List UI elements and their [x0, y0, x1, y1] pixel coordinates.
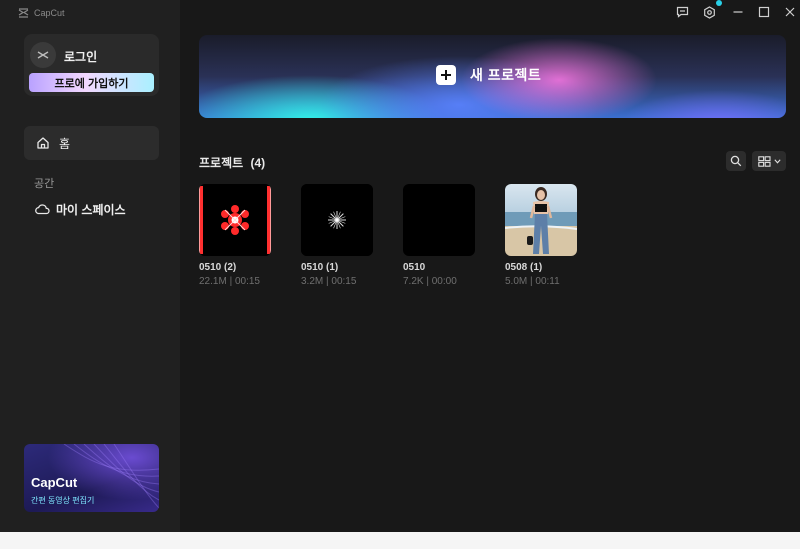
project-meta: 5.0M | 00:11: [505, 276, 579, 287]
avatar[interactable]: [30, 42, 56, 68]
close-icon[interactable]: [783, 5, 797, 19]
app-logo: CapCut: [18, 6, 65, 20]
capcut-window: CapCut 로그인 프로에 가입하기 홈 공간 마이 스페이스 CapCut …: [0, 0, 800, 549]
project-name: 0510 (2): [199, 262, 237, 273]
project-card[interactable]: 0510 7.2K | 00:00: [403, 184, 477, 287]
project-size: 5.0M: [505, 276, 528, 287]
promo-title: CapCut: [31, 475, 78, 490]
space-section-label: 공간: [34, 178, 55, 190]
search-icon: [730, 155, 742, 167]
project-name: 0510: [403, 262, 426, 273]
grid-view-icon: [757, 155, 771, 167]
login-card: 로그인 프로에 가입하기: [24, 34, 159, 96]
project-duration: 00:15: [331, 276, 357, 287]
feedback-icon[interactable]: [675, 5, 689, 19]
login-label[interactable]: 로그인: [64, 48, 97, 65]
new-project-content: 새 프로젝트: [436, 65, 541, 85]
project-card[interactable]: 0508 (1) 5.0M | 00:11: [505, 184, 579, 287]
notification-dot: [716, 0, 722, 6]
capcut-logo-icon: [18, 8, 29, 18]
new-project-label: 새 프로젝트: [470, 67, 542, 83]
project-duration: 00:15: [234, 276, 260, 287]
promo-banner[interactable]: CapCut 간편 동영상 편집기: [24, 444, 159, 512]
search-button[interactable]: [726, 151, 746, 171]
settings-icon[interactable]: [702, 5, 716, 19]
project-name: 0508 (1): [505, 262, 543, 273]
project-thumbnail[interactable]: [403, 184, 475, 256]
projects-title-text: 프로젝트: [199, 156, 244, 170]
cloud-icon: [35, 204, 50, 215]
view-toggle-button[interactable]: [752, 151, 786, 171]
new-project-button[interactable]: 새 프로젝트: [199, 35, 786, 118]
project-size: 3.2M: [301, 276, 324, 287]
capcut-avatar-icon: [37, 51, 49, 59]
project-meta: 22.1M | 00:15: [199, 276, 273, 287]
project-thumbnail[interactable]: [199, 184, 271, 256]
app-name: CapCut: [34, 8, 65, 18]
pro-signup-button[interactable]: 프로에 가입하기: [29, 73, 154, 92]
project-thumbnail[interactable]: [301, 184, 373, 256]
project-card[interactable]: 0510 (1) 3.2M | 00:15: [301, 184, 375, 287]
meta-separator: |: [226, 276, 235, 287]
plus-icon: [436, 65, 456, 85]
project-name: 0510 (1): [301, 262, 339, 273]
project-duration: 00:11: [535, 276, 560, 287]
project-size: 22.1M: [199, 276, 227, 287]
chevron-down-icon: [773, 158, 781, 164]
sidebar: CapCut 로그인 프로에 가입하기 홈 공간 마이 스페이스 CapCut …: [0, 0, 180, 549]
project-meta: 7.2K | 00:00: [403, 276, 477, 287]
project-card[interactable]: 0510 (2) 22.1M | 00:15: [199, 184, 273, 287]
promo-subtitle: 간편 동영상 편집기: [31, 496, 95, 505]
sidebar-item-my-space[interactable]: 마이 스페이스: [24, 198, 159, 220]
sidebar-item-home[interactable]: 홈: [24, 126, 159, 160]
minimize-icon[interactable]: [731, 5, 745, 19]
window-bottom-edge: [0, 532, 800, 549]
home-icon: [37, 137, 49, 149]
project-duration: 00:00: [431, 276, 457, 287]
projects-title: 프로젝트 (4): [199, 154, 265, 171]
projects-count: (4): [250, 156, 266, 170]
meta-separator: |: [423, 276, 432, 287]
maximize-icon[interactable]: [757, 5, 771, 19]
sidebar-item-label: 마이 스페이스: [56, 202, 126, 217]
sidebar-item-label: 홈: [59, 136, 71, 151]
project-size: 7.2K: [403, 276, 424, 287]
project-meta: 3.2M | 00:15: [301, 276, 375, 287]
project-thumbnail[interactable]: [505, 184, 577, 256]
